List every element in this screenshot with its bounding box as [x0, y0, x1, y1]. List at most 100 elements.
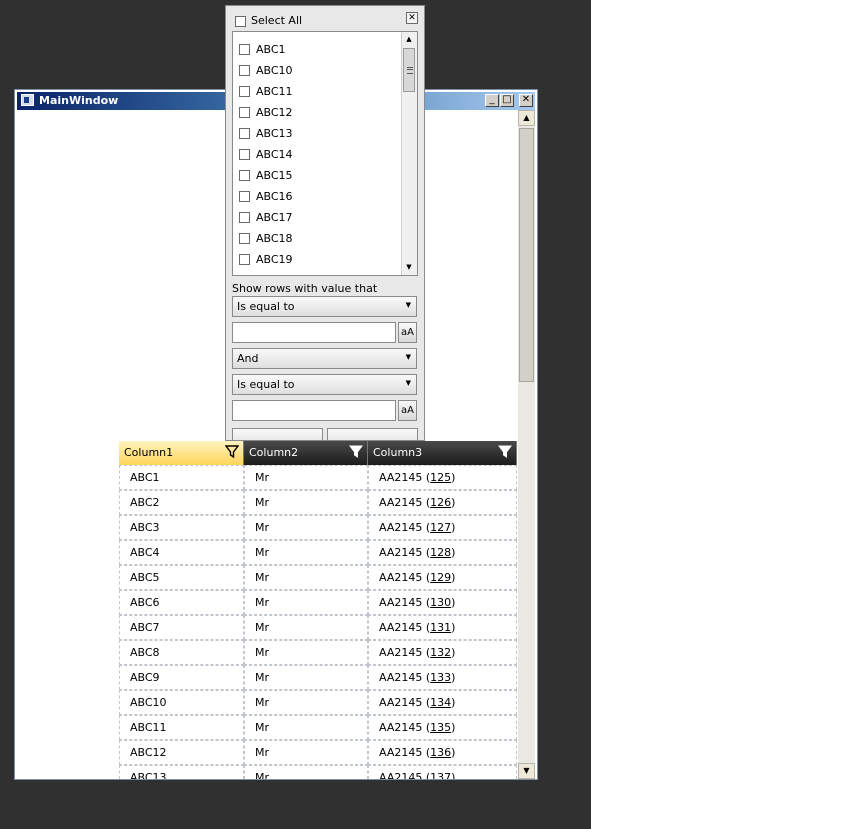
- table-cell[interactable]: Mr: [244, 615, 368, 640]
- table-cell[interactable]: Mr: [244, 540, 368, 565]
- table-row[interactable]: ABC13 Mr AA2145 (137): [119, 765, 517, 779]
- table-row[interactable]: ABC5 Mr AA2145 (129): [119, 565, 517, 590]
- scrollbar-thumb[interactable]: [403, 48, 415, 92]
- value-checkbox[interactable]: [239, 254, 250, 265]
- list-item[interactable]: ABC15: [233, 164, 403, 185]
- table-row[interactable]: ABC6 Mr AA2145 (130): [119, 590, 517, 615]
- list-item[interactable]: ABC11: [233, 80, 403, 101]
- table-cell[interactable]: AA2145 (133): [368, 665, 517, 690]
- filter-value-2-input[interactable]: [232, 400, 396, 421]
- minimize-button[interactable]: _: [485, 94, 499, 107]
- table-cell[interactable]: Mr: [244, 715, 368, 740]
- list-item[interactable]: ABC2: [233, 269, 403, 276]
- table-cell[interactable]: AA2145 (127): [368, 515, 517, 540]
- table-cell[interactable]: AA2145 (136): [368, 740, 517, 765]
- distinct-values-list[interactable]: ABC1 ABC10 ABC11 ABC12 ABC13 ABC14 ABC15 ABC16 A…: [232, 31, 418, 276]
- table-cell[interactable]: AA2145 (131): [368, 615, 517, 640]
- table-cell[interactable]: AA2145 (137): [368, 765, 517, 779]
- value-checkbox[interactable]: [239, 149, 250, 160]
- table-cell[interactable]: AA2145 (135): [368, 715, 517, 740]
- arrow-down-icon[interactable]: ▼: [518, 763, 535, 779]
- table-cell[interactable]: ABC11: [119, 715, 244, 740]
- table-cell[interactable]: ABC13: [119, 765, 244, 779]
- column-header-1[interactable]: Column1: [119, 441, 244, 465]
- list-item[interactable]: ABC16: [233, 185, 403, 206]
- list-item[interactable]: ABC19: [233, 248, 403, 269]
- table-row[interactable]: ABC10 Mr AA2145 (134): [119, 690, 517, 715]
- table-cell[interactable]: ABC1: [119, 465, 244, 490]
- table-cell[interactable]: Mr: [244, 640, 368, 665]
- select-all-checkbox[interactable]: [235, 16, 246, 27]
- table-cell[interactable]: AA2145 (130): [368, 590, 517, 615]
- table-cell[interactable]: AA2145 (126): [368, 490, 517, 515]
- value-checkbox[interactable]: [239, 212, 250, 223]
- list-item[interactable]: ABC10: [233, 59, 403, 80]
- list-item[interactable]: ABC17: [233, 206, 403, 227]
- close-button[interactable]: ✕: [519, 94, 533, 107]
- list-item[interactable]: ABC13: [233, 122, 403, 143]
- table-cell[interactable]: AA2145 (128): [368, 540, 517, 565]
- table-cell[interactable]: AA2145 (129): [368, 565, 517, 590]
- column-header-2[interactable]: Column2: [244, 441, 368, 465]
- table-cell[interactable]: ABC5: [119, 565, 244, 590]
- arrow-up-icon[interactable]: ▲: [402, 32, 416, 46]
- table-row[interactable]: ABC3 Mr AA2145 (127): [119, 515, 517, 540]
- table-row[interactable]: ABC1 Mr AA2145 (125): [119, 465, 517, 490]
- table-cell[interactable]: Mr: [244, 490, 368, 515]
- value-checkbox[interactable]: [239, 275, 250, 276]
- table-cell[interactable]: ABC3: [119, 515, 244, 540]
- table-cell[interactable]: ABC7: [119, 615, 244, 640]
- scrollbar-thumb[interactable]: [519, 128, 534, 382]
- value-checkbox[interactable]: [239, 86, 250, 97]
- table-cell[interactable]: ABC6: [119, 590, 244, 615]
- table-cell[interactable]: ABC8: [119, 640, 244, 665]
- column-header-3[interactable]: Column3: [368, 441, 517, 465]
- value-checkbox[interactable]: [239, 233, 250, 244]
- table-row[interactable]: ABC7 Mr AA2145 (131): [119, 615, 517, 640]
- table-cell[interactable]: AA2145 (125): [368, 465, 517, 490]
- value-checkbox[interactable]: [239, 170, 250, 181]
- funnel-icon[interactable]: [349, 445, 363, 459]
- list-scrollbar[interactable]: ▲ ▼: [401, 32, 417, 275]
- table-cell[interactable]: Mr: [244, 465, 368, 490]
- table-cell[interactable]: Mr: [244, 515, 368, 540]
- arrow-up-icon[interactable]: ▲: [518, 110, 535, 126]
- table-cell[interactable]: ABC9: [119, 665, 244, 690]
- filter-button[interactable]: [232, 428, 323, 440]
- window-vertical-scrollbar[interactable]: ▲ ▼: [518, 110, 535, 779]
- table-cell[interactable]: Mr: [244, 665, 368, 690]
- table-cell[interactable]: ABC10: [119, 690, 244, 715]
- table-cell[interactable]: ABC4: [119, 540, 244, 565]
- arrow-down-icon[interactable]: ▼: [402, 260, 416, 274]
- table-cell[interactable]: AA2145 (134): [368, 690, 517, 715]
- table-row[interactable]: ABC9 Mr AA2145 (133): [119, 665, 517, 690]
- table-row[interactable]: ABC4 Mr AA2145 (128): [119, 540, 517, 565]
- close-icon[interactable]: ✕: [406, 12, 418, 24]
- logical-operator-select[interactable]: And ▼: [232, 348, 417, 369]
- table-cell[interactable]: Mr: [244, 765, 368, 779]
- table-row[interactable]: ABC11 Mr AA2145 (135): [119, 715, 517, 740]
- table-row[interactable]: ABC8 Mr AA2145 (132): [119, 640, 517, 665]
- operator-2-select[interactable]: Is equal to ▼: [232, 374, 417, 395]
- list-item[interactable]: ABC18: [233, 227, 403, 248]
- funnel-icon[interactable]: [498, 445, 512, 459]
- funnel-icon[interactable]: [225, 445, 239, 459]
- filter-value-1-input[interactable]: [232, 322, 396, 343]
- value-checkbox[interactable]: [239, 65, 250, 76]
- match-case-2-button[interactable]: aA: [398, 400, 417, 421]
- maximize-button[interactable]: □: [500, 94, 514, 107]
- table-cell[interactable]: Mr: [244, 565, 368, 590]
- table-cell[interactable]: ABC2: [119, 490, 244, 515]
- list-item[interactable]: ABC14: [233, 143, 403, 164]
- table-cell[interactable]: Mr: [244, 690, 368, 715]
- table-cell[interactable]: AA2145 (132): [368, 640, 517, 665]
- table-cell[interactable]: Mr: [244, 740, 368, 765]
- table-cell[interactable]: ABC12: [119, 740, 244, 765]
- value-checkbox[interactable]: [239, 44, 250, 55]
- table-row[interactable]: ABC12 Mr AA2145 (136): [119, 740, 517, 765]
- value-checkbox[interactable]: [239, 191, 250, 202]
- table-cell[interactable]: Mr: [244, 590, 368, 615]
- table-row[interactable]: ABC2 Mr AA2145 (126): [119, 490, 517, 515]
- value-checkbox[interactable]: [239, 128, 250, 139]
- list-item[interactable]: ABC1: [233, 38, 403, 59]
